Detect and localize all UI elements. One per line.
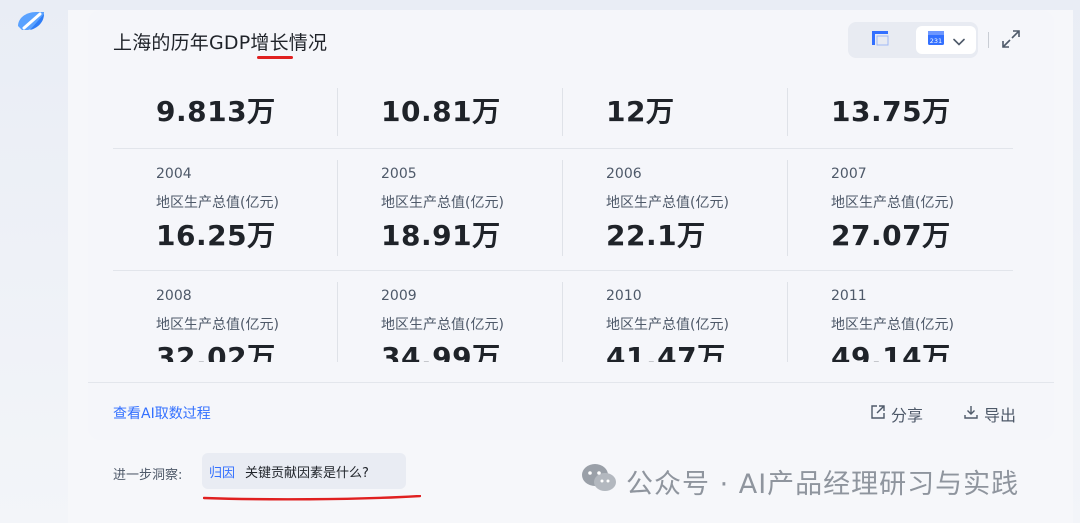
further-insight-label: 进一步洞察: xyxy=(113,468,183,483)
data-cell: 2008 地区生产总值(亿元) 32.02万 xyxy=(113,282,338,362)
chip-tag: 归因 xyxy=(209,465,236,481)
metric-label: 地区生产总值(亿元) xyxy=(606,195,729,211)
gdp-data-grid: 9.813万 10.81万 12万 13.75万 2004 地区生产总值(亿元)… xyxy=(113,82,1013,362)
gdp-value: 9.813万 xyxy=(156,95,276,128)
view-ai-process-link[interactable]: 查看AI取数过程 xyxy=(113,403,211,423)
expand-icon xyxy=(1001,29,1021,53)
column-divider xyxy=(337,160,338,256)
expand-button[interactable] xyxy=(1000,30,1022,52)
wechat-icon xyxy=(580,462,618,501)
gdp-value: 18.91万 xyxy=(381,219,501,252)
metric-label: 地区生产总值(亿元) xyxy=(156,317,279,333)
column-divider xyxy=(562,282,563,362)
data-cell: 2004 地区生产总值(亿元) 16.25万 xyxy=(113,160,338,280)
column-divider xyxy=(562,88,563,136)
data-cell: 2007 地区生产总值(亿元) 27.07万 xyxy=(788,160,1013,280)
export-button[interactable]: 导出 xyxy=(963,402,1016,426)
data-cell: 2010 地区生产总值(亿元) 41.47万 xyxy=(563,282,788,362)
year-label: 2008 xyxy=(156,288,192,304)
metric-label: 地区生产总值(亿元) xyxy=(381,195,504,211)
gdp-value: 16.25万 xyxy=(156,219,276,252)
year-label: 2007 xyxy=(831,166,867,182)
year-label: 2006 xyxy=(606,166,642,182)
table-view-button[interactable] xyxy=(852,26,908,54)
share-label: 分享 xyxy=(891,406,924,425)
data-cell: 13.75万 xyxy=(788,82,1013,128)
data-cell: 2011 地区生产总值(亿元) 49.14万 xyxy=(788,282,1013,362)
table-view-icon xyxy=(871,30,889,50)
toolbar-divider xyxy=(988,32,989,48)
year-label: 2004 xyxy=(156,166,192,182)
share-icon xyxy=(870,404,886,424)
year-label: 2010 xyxy=(606,288,642,304)
attribution-suggestion-chip[interactable]: 归因 关键贡献因素是什么? xyxy=(202,453,406,489)
column-divider xyxy=(787,282,788,362)
gdp-value: 12万 xyxy=(606,95,675,128)
chevron-down-icon[interactable] xyxy=(953,31,965,50)
gdp-value: 22.1万 xyxy=(606,219,706,252)
card-footer-divider xyxy=(88,382,1054,383)
gdp-value: 13.75万 xyxy=(831,95,951,128)
metric-label: 地区生产总值(亿元) xyxy=(606,317,729,333)
metric-label: 地区生产总值(亿元) xyxy=(831,317,954,333)
watermark-text: 公众号 · AI产品经理研习与实践 xyxy=(626,469,1020,500)
export-label: 导出 xyxy=(984,406,1017,425)
data-cell: 2006 地区生产总值(亿元) 22.1万 xyxy=(563,160,788,280)
gdp-value: 49.14万 xyxy=(831,341,951,362)
gdp-value: 41.47万 xyxy=(606,341,726,362)
metric-label: 地区生产总值(亿元) xyxy=(381,317,504,333)
column-divider xyxy=(787,160,788,256)
chip-annotation-underline xyxy=(202,486,422,501)
year-label: 2011 xyxy=(831,288,867,304)
calendar-icon: 231 xyxy=(927,30,945,50)
gdp-value: 10.81万 xyxy=(381,95,501,128)
data-cell: 9.813万 xyxy=(113,82,338,128)
data-cell: 12万 xyxy=(563,82,788,128)
download-icon xyxy=(963,404,979,424)
share-button[interactable]: 分享 xyxy=(870,402,923,426)
gdp-value: 27.07万 xyxy=(831,219,951,252)
year-label: 2005 xyxy=(381,166,417,182)
watermark: 公众号 · AI产品经理研习与实践 xyxy=(580,462,1019,501)
calendar-view-button[interactable]: 231 xyxy=(916,26,976,54)
row-divider xyxy=(113,270,1013,271)
gdp-value: 34.99万 xyxy=(381,341,501,362)
column-divider xyxy=(562,160,563,256)
metric-label: 地区生产总值(亿元) xyxy=(156,195,279,211)
svg-text:231: 231 xyxy=(930,37,942,45)
year-label: 2009 xyxy=(381,288,417,304)
title-annotation-underline xyxy=(257,56,293,59)
gdp-value: 32.02万 xyxy=(156,341,276,362)
data-cell: 2005 地区生产总值(亿元) 18.91万 xyxy=(338,160,563,280)
card-title: 上海的历年GDP增长情况 xyxy=(113,32,328,54)
data-cell: 10.81万 xyxy=(338,82,563,128)
row-divider xyxy=(113,148,1013,149)
column-divider xyxy=(337,282,338,362)
column-divider xyxy=(337,88,338,136)
metric-label: 地区生产总值(亿元) xyxy=(831,195,954,211)
data-cell: 2009 地区生产总值(亿元) 34.99万 xyxy=(338,282,563,362)
column-divider xyxy=(787,88,788,136)
chip-question: 关键贡献因素是什么? xyxy=(245,465,369,481)
app-logo-icon xyxy=(14,8,48,34)
